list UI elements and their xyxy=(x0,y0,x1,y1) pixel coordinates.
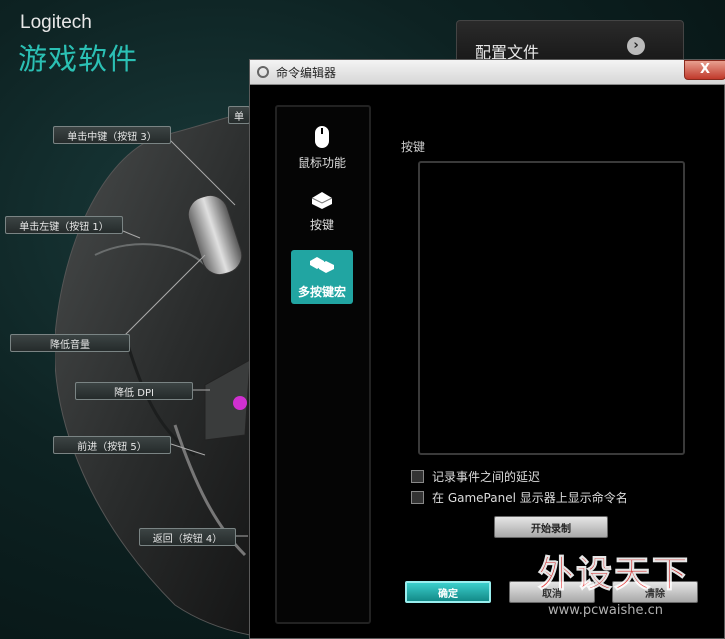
sidebar-item-mouse-function[interactable]: 鼠标功能 xyxy=(291,121,353,175)
ok-button[interactable]: 确定 xyxy=(405,581,491,603)
callout-partial[interactable]: 单 xyxy=(228,106,250,124)
start-recording-button[interactable]: 开始录制 xyxy=(494,516,608,538)
close-button[interactable]: X xyxy=(684,60,725,80)
callout-volume-down[interactable]: 降低音量 xyxy=(10,334,130,352)
record-delay-row[interactable]: 记录事件之间的延迟 xyxy=(411,468,540,484)
sidebar-label: 按键 xyxy=(309,218,334,232)
sidebar-label: 鼠标功能 xyxy=(297,156,346,170)
callout-middle-button[interactable]: 单击中键（按钮 3） xyxy=(53,126,171,144)
record-delay-label: 记录事件之间的延迟 xyxy=(432,469,541,484)
gamepanel-row[interactable]: 在 GamePanel 显示器上显示命令名 xyxy=(411,489,628,505)
gamepanel-label: 在 GamePanel 显示器上显示命令名 xyxy=(432,490,628,505)
gamepanel-checkbox[interactable] xyxy=(411,490,424,504)
command-sidebar: 鼠标功能 按键 多按键宏 xyxy=(275,105,371,624)
record-delay-checkbox[interactable] xyxy=(411,469,424,483)
brand-title: Logitech xyxy=(20,12,92,33)
brand-subtitle: 游戏软件 xyxy=(18,42,139,76)
keystrokes-list[interactable] xyxy=(418,161,685,455)
sidebar-item-keystroke[interactable]: 按键 xyxy=(291,183,353,237)
multikey-icon xyxy=(310,257,334,273)
callout-dpi-down[interactable]: 降低 DPI xyxy=(75,382,193,400)
callout-back[interactable]: 返回（按钮 4） xyxy=(139,528,236,546)
keystrokes-label: 按键 xyxy=(401,140,426,154)
callout-left-button[interactable]: 单击左键（按钮 1） xyxy=(5,216,123,234)
sidebar-label: 多按键宏 xyxy=(297,285,346,299)
sidebar-item-multikey-macro[interactable]: 多按键宏 xyxy=(291,250,353,304)
dialog-title: 命令编辑器 xyxy=(276,66,337,80)
key-icon xyxy=(311,192,333,209)
mouse-icon xyxy=(315,126,329,148)
dialog-titlebar[interactable]: 命令编辑器 X xyxy=(250,60,725,85)
watermark-logo: 外设天下 xyxy=(537,554,691,596)
callout-forward[interactable]: 前进（按钮 5） xyxy=(53,436,171,454)
logitech-logo-icon xyxy=(257,66,269,78)
watermark-url: www.pcwaishe.cn xyxy=(548,603,663,618)
chevron-right-icon[interactable]: › xyxy=(627,37,645,55)
